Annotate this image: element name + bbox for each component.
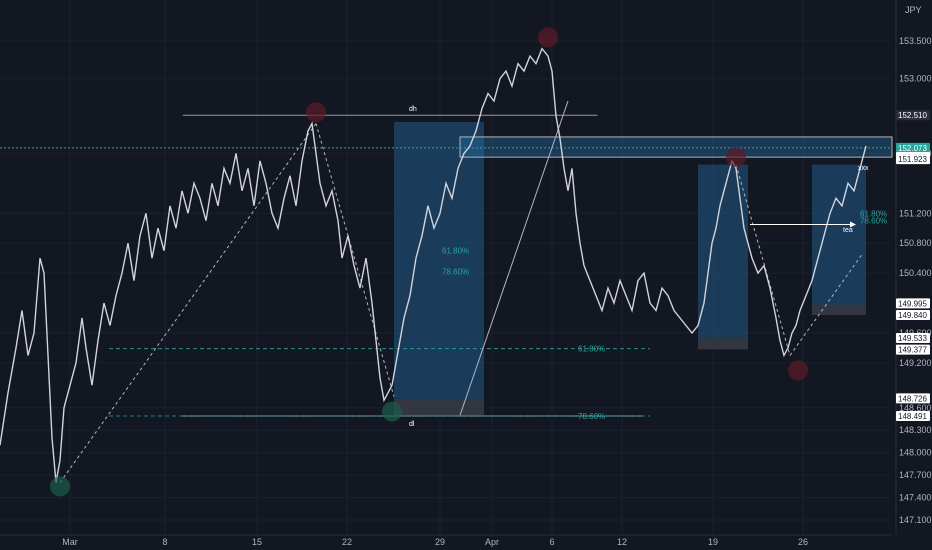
y-tick-label: 150.800 bbox=[899, 238, 932, 248]
swing-point-marker bbox=[538, 27, 558, 48]
price-badge-label: 149.533 bbox=[898, 334, 927, 343]
y-tick-label: 147.100 bbox=[899, 515, 932, 525]
price-badge-label: 148.726 bbox=[898, 394, 927, 403]
fib-label: 78.60% bbox=[442, 268, 469, 277]
x-tick-label: Apr bbox=[485, 537, 499, 547]
swing-point-marker bbox=[788, 360, 808, 381]
x-tick-label: 22 bbox=[342, 537, 352, 547]
y-tick-label: 150.400 bbox=[899, 268, 932, 278]
x-tick-label: 15 bbox=[252, 537, 262, 547]
y-tick-label: 147.400 bbox=[899, 493, 932, 503]
price-badge-label: 149.995 bbox=[898, 299, 927, 308]
x-tick-label: Mar bbox=[62, 537, 78, 547]
stop-zone[interactable] bbox=[812, 304, 866, 316]
x-tick-label: 29 bbox=[435, 537, 445, 547]
fib-label: 78.60% bbox=[860, 217, 887, 226]
x-tick-label: 19 bbox=[708, 537, 718, 547]
y-tick-label: 148.300 bbox=[899, 425, 932, 435]
currency-label: JPY bbox=[905, 5, 922, 15]
fib-label: 61.80% bbox=[442, 247, 469, 256]
price-badge-label: 152.073 bbox=[898, 144, 927, 153]
price-badge-label: 152.510 bbox=[898, 111, 927, 120]
y-tick-label: 149.200 bbox=[899, 358, 932, 368]
y-tick-label: 148.000 bbox=[899, 448, 932, 458]
price-badge-label: 151.923 bbox=[898, 155, 927, 164]
x-tick-label: 12 bbox=[617, 537, 627, 547]
swing-point-marker bbox=[726, 147, 746, 168]
position-zone[interactable] bbox=[812, 164, 866, 305]
position-zone[interactable] bbox=[394, 121, 484, 399]
fib-label: 61.80% bbox=[578, 345, 605, 354]
x-tick-label: 8 bbox=[162, 537, 167, 547]
y-tick-label: 147.700 bbox=[899, 470, 932, 480]
level-label: dh bbox=[409, 106, 417, 113]
swing-point-marker bbox=[306, 102, 326, 123]
stop-zone[interactable] bbox=[394, 398, 484, 416]
level-label: dl bbox=[409, 421, 415, 428]
y-tick-label: 153.000 bbox=[899, 74, 932, 84]
fib-label: 78.60% bbox=[578, 412, 605, 421]
price-badge-label: 149.840 bbox=[898, 311, 927, 320]
y-tick-label: 151.200 bbox=[899, 208, 932, 218]
annotation-label: tea bbox=[843, 227, 853, 234]
x-tick-label: 6 bbox=[549, 537, 554, 547]
position-zone[interactable] bbox=[698, 164, 748, 339]
price-chart[interactable]: dhdl61.80%78.60%61.80%78.60%61.80%78.60%… bbox=[0, 0, 932, 550]
annotation-label: xxx bbox=[858, 165, 869, 172]
price-badge-label: 148.491 bbox=[898, 412, 927, 421]
supply-zone[interactable] bbox=[459, 136, 893, 158]
y-tick-label: 153.500 bbox=[899, 36, 932, 46]
stop-zone[interactable] bbox=[698, 338, 748, 350]
swing-point-marker bbox=[50, 476, 70, 497]
x-tick-label: 26 bbox=[798, 537, 808, 547]
price-badge-label: 149.377 bbox=[898, 346, 927, 355]
swing-point-marker bbox=[382, 401, 402, 422]
